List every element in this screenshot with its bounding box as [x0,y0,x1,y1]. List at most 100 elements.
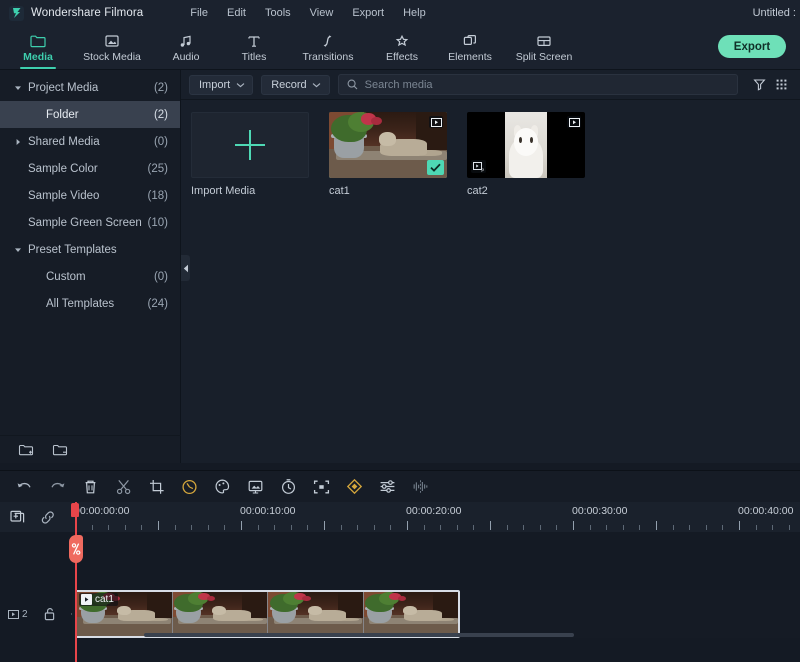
undo-icon[interactable] [8,471,41,503]
sidebar-item-sample-green-screen[interactable]: Sample Green Screen (10) [0,209,180,236]
chevron-left-icon [183,264,189,273]
split-scissors-icon[interactable] [107,471,140,503]
menu-item-edit[interactable]: Edit [218,4,255,22]
timeline-ruler[interactable]: 00:00:00:0000:00:10:0000:00:20:0000:00:3… [72,502,800,532]
audio-detach-icon[interactable] [404,471,437,503]
playhead-handle[interactable] [71,503,79,517]
auto-reframe-icon[interactable] [305,471,338,503]
chevron-right-icon[interactable] [8,138,28,146]
tab-stock-media[interactable]: Stock Media [72,26,152,70]
sidebar-item-all-templates[interactable]: All Templates (24) [0,290,180,317]
crop-icon[interactable] [140,471,173,503]
menu-item-help[interactable]: Help [394,4,435,22]
clip-label-text: cat1 [95,594,114,605]
ruler-minor-tick [357,525,358,530]
sidebar-footer [0,435,181,463]
redo-icon[interactable] [41,471,74,503]
search-input[interactable] [365,79,729,91]
media-item-cat1[interactable]: cat1 [329,112,447,197]
import-button[interactable]: Import [189,75,253,95]
timeline-body: 2 cat1 [0,532,800,662]
media-toolbar: Import Record [181,70,800,100]
chevron-down-icon[interactable] [307,82,327,88]
sidebar-item-custom[interactable]: Custom (0) [0,263,180,290]
sidebar-item-shared-media[interactable]: Shared Media (0) [0,128,180,155]
sidebar-item-folder[interactable]: Folder (2) [0,101,180,128]
ruler-minor-tick [108,525,109,530]
delete-icon[interactable] [74,471,107,503]
sidebar-item-count: (10) [148,217,168,229]
grid-view-icon[interactable] [770,78,792,91]
tab-media[interactable]: Media [4,26,72,70]
menu-item-view[interactable]: View [301,4,343,22]
sidebar-item-project-media[interactable]: Project Media (2) [0,74,180,101]
sidebar-item-count: (0) [154,271,168,283]
tab-split-screen-label: Split Screen [516,51,573,63]
ruler-timecode-label: 00:00:00:00 [74,505,129,517]
search-media-box[interactable] [338,74,738,95]
timeline-horizontal-scrollbar[interactable] [144,633,574,637]
panel-collapse-handle[interactable] [181,255,190,281]
sidebar-item-label: Shared Media [28,136,154,148]
filter-funnel-icon[interactable] [748,78,770,91]
tab-audio[interactable]: Audio [152,26,220,70]
menu-item-export[interactable]: Export [343,4,393,22]
sidebar-item-label: Custom [28,271,154,283]
sidebar-item-sample-video[interactable]: Sample Video (18) [0,182,180,209]
timeline-clip-cat1[interactable]: cat1 [75,590,460,638]
ruler-timecode-label: 00:00:10:00 [240,505,295,517]
tab-active-underline [20,67,56,69]
link-clips-icon[interactable] [40,510,56,525]
record-button[interactable]: Record [261,75,329,95]
audio-mixer-icon[interactable] [371,471,404,503]
tab-titles-label: Titles [242,51,267,63]
tab-elements[interactable]: Elements [436,26,504,70]
chevron-down-icon[interactable] [8,84,28,92]
transition-icon [320,33,336,49]
tool-tab-bar: Media Stock Media Audio Titles [0,26,800,70]
ruler-major-tick [490,521,491,530]
tab-effects[interactable]: Effects [368,26,436,70]
menu-item-file[interactable]: File [181,4,217,22]
ruler-minor-tick [224,525,225,530]
import-media-dropzone[interactable] [191,112,309,178]
unlock-icon[interactable] [43,607,56,621]
folder-icon [30,33,46,49]
media-thumbnail[interactable]: p [467,112,585,178]
keyframe-icon[interactable] [338,471,371,503]
import-button-label: Import [199,79,230,91]
green-screen-icon[interactable] [239,471,272,503]
chevron-down-icon[interactable] [230,82,250,88]
speed-icon[interactable] [173,471,206,503]
sidebar-item-label: Sample Green Screen [28,217,148,229]
color-palette-icon[interactable] [206,471,239,503]
delete-folder-icon[interactable] [52,443,68,457]
import-media-cell[interactable]: Import Media [191,112,309,197]
new-folder-icon[interactable] [18,443,34,457]
sidebar-item-sample-color[interactable]: Sample Color (25) [0,155,180,182]
track-header: 2 [0,594,72,634]
export-button[interactable]: Export [718,35,786,58]
ruler-minor-tick [507,525,508,530]
tab-transitions[interactable]: Transitions [288,26,368,70]
tab-split-screen[interactable]: Split Screen [504,26,584,70]
sidebar-item-label: All Templates [28,298,148,310]
tab-titles[interactable]: Titles [220,26,288,70]
video-track-lane[interactable]: cat1 [72,590,800,638]
add-track-icon[interactable] [10,510,26,525]
ruler-minor-tick [141,525,142,530]
marker-badge-icon[interactable] [69,535,83,563]
sidebar-item-preset-templates[interactable]: Preset Templates [0,236,180,263]
effects-star-icon [394,33,410,49]
search-icon [347,79,358,90]
video-type-icon [567,116,581,128]
ruler-minor-tick [473,525,474,530]
ruler-minor-tick [92,525,93,530]
media-browser-panel: Import Record [181,70,800,463]
chevron-down-icon[interactable] [8,246,28,254]
menu-item-tools[interactable]: Tools [256,4,300,22]
timer-icon[interactable] [272,471,305,503]
media-item-cat2[interactable]: p cat2 [467,112,585,197]
ruler-minor-tick [457,525,458,530]
media-thumbnail[interactable] [329,112,447,178]
